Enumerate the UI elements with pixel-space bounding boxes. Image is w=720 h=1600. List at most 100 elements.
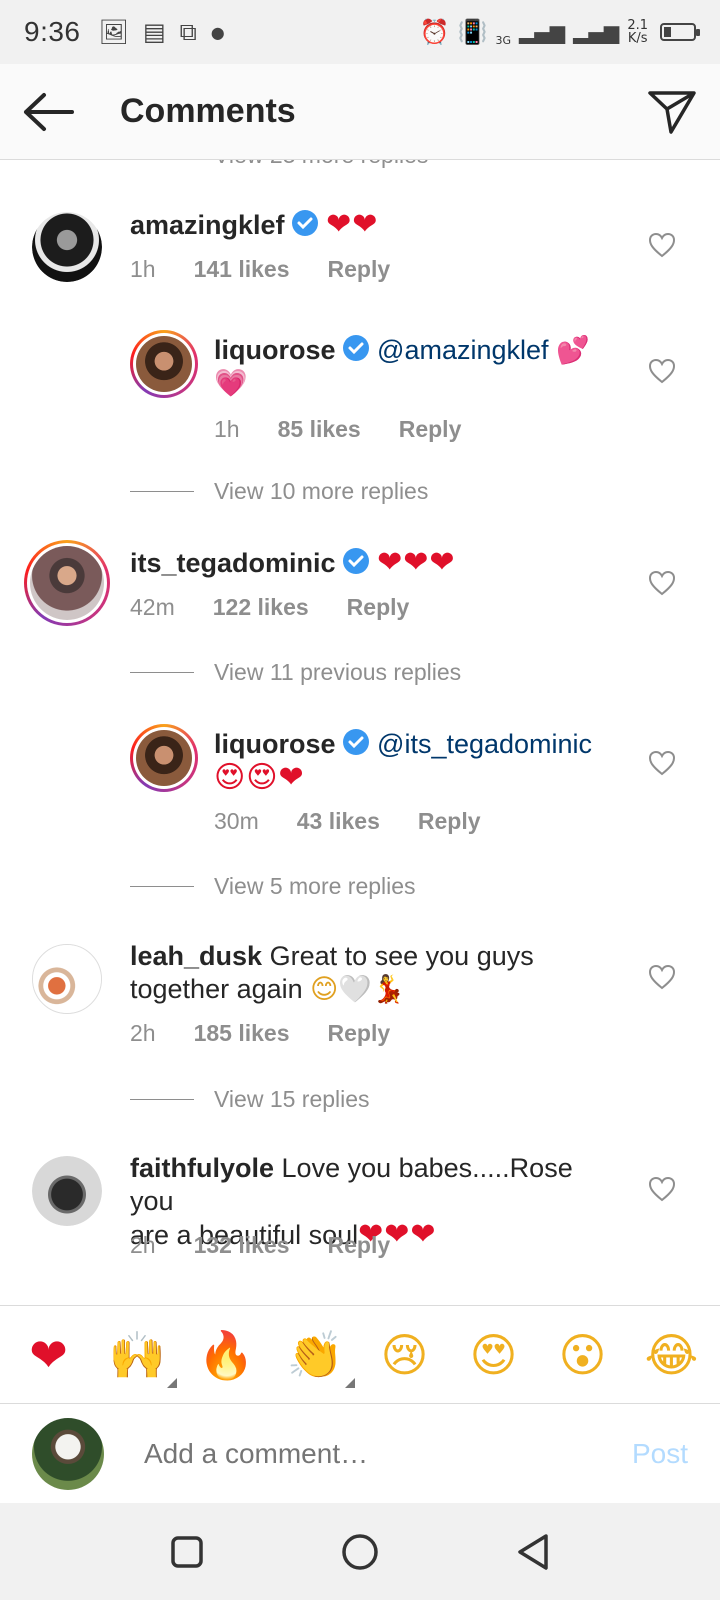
- heart-outline-icon[interactable]: [648, 964, 676, 990]
- avatar[interactable]: [32, 944, 102, 1014]
- view-replies-link[interactable]: View 15 replies: [130, 1086, 370, 1113]
- emoji-heart-eyes-button[interactable]: 😍: [459, 1332, 529, 1378]
- comment-username[interactable]: liquorose: [214, 335, 336, 365]
- emoji-heart-button[interactable]: ❤: [14, 1332, 84, 1378]
- comment-time: 1h: [130, 256, 156, 282]
- notification-icons: 🖼 ▤ ⧉ ●: [99, 18, 225, 46]
- view-replies-label: View 11 previous replies: [214, 659, 462, 685]
- message-notification-icon: ▤: [142, 18, 166, 46]
- reply-button[interactable]: Reply: [328, 1232, 391, 1259]
- square-icon: [170, 1535, 203, 1568]
- recents-button[interactable]: [157, 1522, 217, 1582]
- comment-meta: 1h 141 likes Reply: [130, 256, 390, 283]
- emoji-clapping-glyph: 👏: [286, 1327, 345, 1382]
- comment-emoji: ❤❤: [326, 207, 379, 242]
- comment-username[interactable]: faithfulyole: [130, 1153, 274, 1183]
- system-nav-bar: [0, 1503, 720, 1600]
- mention-link[interactable]: @its_tegadominic: [377, 729, 592, 759]
- back-button[interactable]: [0, 64, 96, 160]
- comment-time: 1h: [214, 416, 240, 442]
- emoji-quick-bar: ❤ 🙌 🔥 👏 😢 😍 😮 😂: [0, 1305, 720, 1403]
- comment-time: 42m: [130, 594, 175, 620]
- comment-body: Great to see you guys: [269, 941, 534, 971]
- reply-button[interactable]: Reply: [328, 1020, 391, 1047]
- comment-username[interactable]: its_tegadominic: [130, 548, 336, 578]
- reply-button[interactable]: Reply: [399, 416, 462, 443]
- comment-emoji: 😍😍❤: [214, 760, 305, 795]
- comment-likes[interactable]: 141 likes: [194, 256, 290, 283]
- heart-outline-icon[interactable]: [648, 1176, 676, 1202]
- signal-2-icon: ▂▄▆: [573, 20, 620, 44]
- comment-time: 2h: [130, 1232, 156, 1258]
- heart-outline-icon[interactable]: [648, 232, 676, 258]
- emoji-clapping-button[interactable]: 👏: [281, 1332, 355, 1388]
- heart-outline-icon[interactable]: [648, 358, 676, 384]
- comments-list[interactable]: View 23 more replies amazingklef ❤❤ 1h 1…: [0, 160, 720, 1305]
- header: Comments: [0, 64, 720, 160]
- comment-likes[interactable]: 85 likes: [278, 416, 361, 443]
- heart-outline-icon[interactable]: [648, 570, 676, 596]
- signal-icon: ▂▄▆: [519, 20, 566, 44]
- view-replies-label: View 10 more replies: [214, 478, 429, 504]
- comment-time: 30m: [214, 808, 259, 834]
- home-button[interactable]: [330, 1522, 390, 1582]
- status-right: ⏰ 📳 3G ▂▄▆ ▂▄▆ 2.1 K/s: [420, 18, 700, 47]
- avatar[interactable]: [24, 540, 110, 626]
- view-replies-link[interactable]: View 10 more replies: [130, 478, 428, 505]
- divider: [130, 672, 194, 673]
- avatar[interactable]: [32, 212, 102, 282]
- comment-username[interactable]: leah_dusk: [130, 941, 262, 971]
- view-replies-link[interactable]: View 23 more replies: [214, 160, 428, 169]
- status-bar: 9:36 🖼 ▤ ⧉ ● ⏰ 📳 3G ▂▄▆ ▂▄▆ 2.1 K/s: [0, 0, 720, 64]
- skin-tone-indicator: [344, 1377, 355, 1388]
- comment-likes[interactable]: 132 likes: [194, 1232, 290, 1259]
- comment-input[interactable]: [144, 1437, 564, 1470]
- view-replies-link[interactable]: View 11 previous replies: [130, 659, 461, 686]
- arrow-left-icon: [24, 92, 74, 131]
- comment-likes[interactable]: 122 likes: [213, 594, 309, 621]
- comment-text: its_tegadominic ❤❤❤: [130, 546, 455, 580]
- view-replies-link[interactable]: View 5 more replies: [130, 873, 416, 900]
- comment-username[interactable]: amazingklef: [130, 210, 285, 240]
- emoji-crying-button[interactable]: 😢: [370, 1332, 440, 1378]
- emoji-raising-hands-glyph: 🙌: [108, 1327, 167, 1382]
- comment-username[interactable]: liquorose: [214, 729, 336, 759]
- avatar[interactable]: [130, 330, 198, 398]
- comment-meta: 42m 122 likes Reply: [130, 594, 409, 621]
- network-type: 3G: [495, 33, 511, 47]
- reply-button[interactable]: Reply: [418, 808, 481, 835]
- reply-button[interactable]: Reply: [347, 594, 410, 621]
- comment-time: 2h: [130, 1020, 156, 1046]
- post-button[interactable]: Post: [632, 1438, 688, 1470]
- comment-meta: 30m 43 likes Reply: [214, 808, 481, 835]
- verified-badge-icon: [342, 335, 369, 361]
- view-replies-label: View 15 replies: [214, 1086, 370, 1112]
- comment-body-line2: together again: [130, 974, 303, 1004]
- vibrate-icon: 📳: [457, 18, 488, 46]
- reply-button[interactable]: Reply: [328, 256, 391, 283]
- emoji-fire-button[interactable]: 🔥: [192, 1332, 262, 1378]
- comment-likes[interactable]: 185 likes: [194, 1020, 290, 1047]
- comment-likes[interactable]: 43 likes: [297, 808, 380, 835]
- comment-emoji: 😊🤍💃: [310, 974, 406, 1005]
- emoji-raising-hands-button[interactable]: 🙌: [103, 1332, 177, 1388]
- comment-text: liquorose @amazingklef 💕 💗: [214, 334, 614, 400]
- my-avatar: [32, 1417, 104, 1490]
- mention-link[interactable]: @amazingklef: [377, 335, 548, 365]
- avatar[interactable]: [130, 724, 198, 792]
- avatar[interactable]: [32, 1156, 102, 1226]
- skin-tone-indicator: [166, 1377, 177, 1388]
- direct-share-button[interactable]: [624, 64, 720, 160]
- divider: [130, 886, 194, 887]
- comment-meta: 2h 185 likes Reply: [130, 1020, 390, 1047]
- net-speed-unit: K/s: [627, 31, 648, 46]
- emoji-surprised-button[interactable]: 😮: [548, 1332, 618, 1378]
- net-speed: 2.1 K/s: [627, 19, 648, 45]
- verified-badge-icon: [342, 548, 369, 574]
- heart-outline-icon[interactable]: [648, 750, 676, 776]
- page-title: Comments: [120, 92, 296, 130]
- comment-text: leah_dusk Great to see you guys together…: [130, 940, 600, 1006]
- emoji-laughing-button[interactable]: 😂: [637, 1332, 707, 1378]
- back-nav-button[interactable]: [503, 1522, 563, 1582]
- divider: [130, 491, 194, 492]
